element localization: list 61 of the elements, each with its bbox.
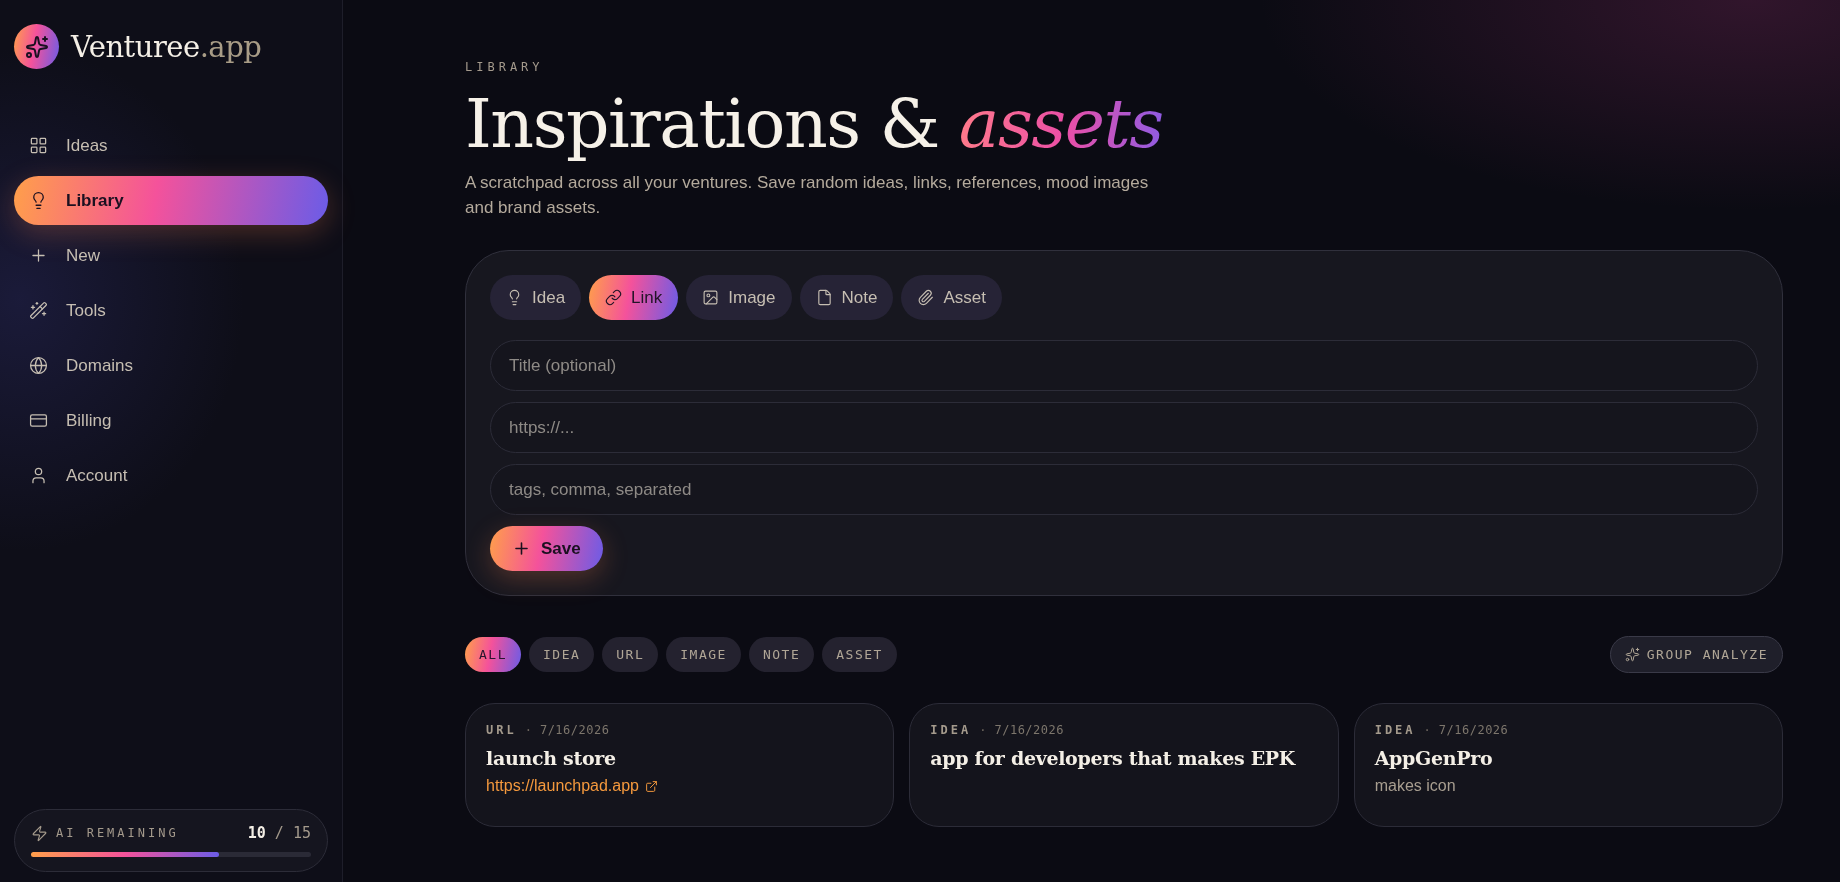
plus-icon [29, 246, 48, 265]
type-tab[interactable]: Link [589, 275, 679, 320]
card-title: launch store [486, 747, 617, 769]
save-button[interactable]: Save [490, 526, 603, 571]
input-field[interactable]: Title (optional) [490, 340, 1758, 391]
image-icon [702, 289, 720, 306]
nav-item[interactable]: Ideas [14, 121, 328, 170]
card-link[interactable]: https://launchpad.app [486, 777, 658, 795]
nav-item[interactable]: New [14, 231, 328, 280]
library-card[interactable]: IDEA · 7/16/2026 app for developers that makes EPK [909, 703, 1339, 827]
card-date: 7/16/2026 [994, 723, 1064, 737]
input-field[interactable]: https://... [490, 402, 1758, 453]
type-tab[interactable]: Image [686, 275, 792, 320]
meta-separator: · [979, 723, 987, 737]
ai-remaining-label: AI REMAINING [56, 826, 180, 840]
link-icon [605, 289, 623, 306]
ai-remaining-count: 10 / 15 [247, 824, 311, 842]
external-link-icon [645, 779, 658, 793]
person-icon [29, 466, 48, 485]
lightning-icon [31, 824, 48, 842]
grid-icon [29, 136, 48, 155]
logo-text: Venturee.app [71, 29, 262, 64]
card-type: URL [486, 723, 517, 737]
type-tab[interactable]: Note [799, 275, 894, 320]
type-tab[interactable]: Asset [901, 275, 1002, 320]
nav-item[interactable]: Domains [14, 341, 328, 390]
logo-sparkle-icon [14, 24, 59, 69]
filter-chip[interactable]: URL [602, 637, 659, 672]
card-description: makes icon [1374, 777, 1457, 795]
filter-chip[interactable]: ASSET [822, 637, 897, 672]
paperclip-icon [917, 289, 935, 306]
nav-item[interactable]: Library [14, 176, 328, 225]
page-subtitle: A scratchpad across all your ventures. Save random ideas, links, references, mood images and brand assets. [465, 172, 1150, 219]
type-tab[interactable]: Idea [490, 275, 582, 320]
document-icon [815, 289, 833, 306]
card-title: app for developers that makes EPK [930, 747, 1297, 769]
nav-item[interactable]: Account [14, 451, 328, 500]
card-title: AppGenPro [1374, 747, 1494, 769]
plus-icon [512, 539, 531, 558]
input-field[interactable]: tags, comma, separated [490, 464, 1758, 515]
filter-chip[interactable]: ALL [465, 637, 521, 672]
library-card[interactable]: URL · 7/16/2026 launch store https://launchpad.app [465, 703, 895, 827]
nav-item[interactable]: Billing [14, 396, 328, 445]
credit-card-icon [29, 411, 48, 430]
meta-separator: · [1423, 723, 1431, 737]
filter-chip[interactable]: NOTE [748, 637, 815, 672]
card-type: IDEA [1374, 723, 1416, 737]
filter-chip[interactable]: IDEA [529, 637, 595, 672]
card-type: IDEA [930, 723, 972, 737]
sparkle-icon [1624, 647, 1640, 662]
page-title: Inspirations & assets [465, 82, 1783, 166]
library-card[interactable]: IDEA · 7/16/2026 AppGenPro makes icon [1353, 703, 1783, 827]
group-analyze-button[interactable]: GROUP ANALYZE [1609, 636, 1783, 673]
card-date: 7/16/2026 [539, 723, 610, 737]
magic-wand-icon [29, 301, 48, 320]
nav-item[interactable]: Tools [14, 286, 328, 335]
filter-chip[interactable]: IMAGE [666, 637, 741, 672]
page-eyebrow: LIBRARY [465, 60, 545, 74]
meta-separator: · [524, 723, 532, 737]
card-date: 7/16/2026 [1438, 723, 1509, 737]
globe-icon [29, 356, 48, 375]
